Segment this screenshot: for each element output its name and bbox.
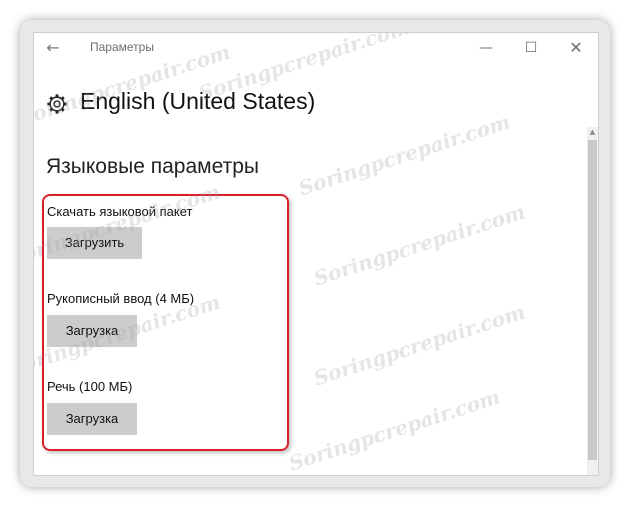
scroll-thumb[interactable]: [588, 140, 597, 460]
watermark: Soringpcrepair.com: [295, 109, 514, 201]
gear-icon: [47, 94, 67, 114]
handwriting-label: Рукописный ввод (4 МБ): [47, 291, 195, 306]
download-language-pack-button[interactable]: Загрузить: [47, 227, 142, 259]
download-language-pack-label: Скачать языковой пакет: [47, 204, 193, 219]
title-bar: ← Параметры — ☐ ✕: [34, 33, 598, 63]
back-button[interactable]: ←: [42, 37, 64, 59]
page-title: English (United States): [80, 88, 316, 114]
scrollbar[interactable]: ▲: [587, 127, 598, 475]
section-title: Языковые параметры: [46, 155, 259, 178]
minimize-button[interactable]: —: [464, 33, 508, 63]
speech-download-button[interactable]: Загрузка: [47, 403, 137, 435]
settings-window: ← Параметры — ☐ ✕ English (United States…: [33, 32, 599, 476]
handwriting-download-button[interactable]: Загрузка: [47, 315, 137, 347]
speech-label: Речь (100 МБ): [47, 379, 133, 394]
watermark: Soringpcrepair.com: [310, 299, 529, 391]
watermark: Soringpcrepair.com: [285, 384, 504, 476]
watermark: Soringpcrepair.com: [310, 199, 529, 291]
maximize-button[interactable]: ☐: [509, 33, 553, 63]
window-title: Параметры: [90, 40, 154, 54]
scroll-up-arrow-icon[interactable]: ▲: [587, 127, 598, 138]
close-button[interactable]: ✕: [554, 33, 598, 63]
